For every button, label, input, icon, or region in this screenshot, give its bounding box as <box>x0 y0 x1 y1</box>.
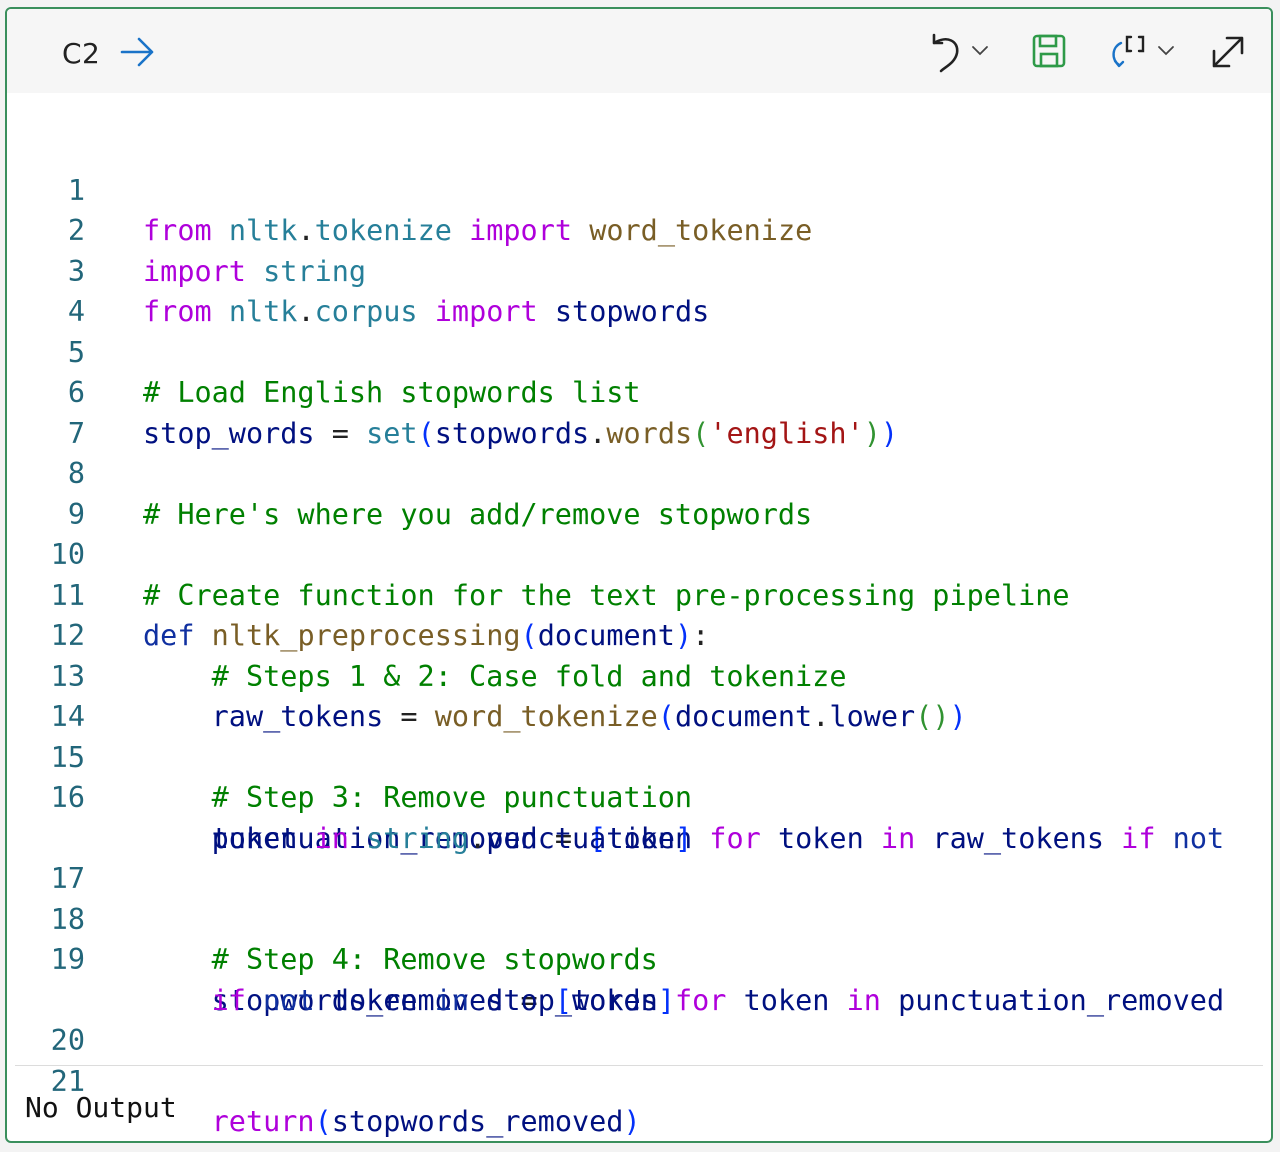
chevron-down-icon[interactable] <box>971 45 989 57</box>
format-brackets-icon[interactable] <box>1107 29 1157 75</box>
code-line: 8 # Here's where you add/remove stopword… <box>7 414 1271 531</box>
code-line: 11 def nltk_preprocessing(document): <box>7 535 1271 653</box>
chevron-down-icon[interactable] <box>1157 45 1175 57</box>
code-line: 21 return(stopwords_removed) <box>7 1021 1271 1139</box>
code-line: 4 <box>7 252 1271 328</box>
code-token: return <box>211 1105 315 1138</box>
code-lines: 1 from nltk.tokenize import word_tokeniz… <box>7 130 1271 1139</box>
code-line: 16 punctuation_removed = [token for toke… <box>7 738 1271 855</box>
undo-icon[interactable] <box>925 31 965 75</box>
code-line: 3 from nltk.corpus import stopwords <box>7 211 1271 329</box>
code-line: 12 # Steps 1 & 2: Case fold and tokenize <box>7 576 1271 693</box>
code-line: 18 # Step 4: Remove stopwords <box>7 859 1271 977</box>
cell-toolbar: C2 <box>7 9 1271 94</box>
code-line: 17 <box>7 819 1271 895</box>
code-line-wrap: if not token in stop_words] <box>7 940 1271 1017</box>
code-line: 9 <box>7 454 1271 531</box>
code-line-wrap: token in string.punctuation] <box>7 778 1271 855</box>
code-token: stopwords_removed <box>331 1105 624 1138</box>
code-line: 7 <box>7 373 1271 450</box>
output-divider <box>15 1065 1263 1066</box>
code-line: 20 <box>7 981 1271 1057</box>
run-arrow-icon[interactable] <box>119 35 157 69</box>
code-editor[interactable]: 1 from nltk.tokenize import word_tokeniz… <box>7 93 1271 1139</box>
code-line: 13 raw_tokens = word_tokenize(document.l… <box>7 616 1271 734</box>
code-line: 5 # Load English stopwords list <box>7 292 1271 410</box>
code-line: 10 # Create function for the text pre-pr… <box>7 495 1271 612</box>
notebook-cell[interactable]: C2 1 from nltk.tokenize import word_toke… <box>5 7 1273 1143</box>
code-line: 19 stopwords_removed = [token for token … <box>7 900 1271 1017</box>
save-icon[interactable] <box>1031 33 1067 69</box>
code-line: 14 <box>7 657 1271 733</box>
code-line: 2 import string <box>7 171 1271 288</box>
expand-icon[interactable] <box>1207 31 1249 73</box>
code-token: ) <box>623 1105 641 1138</box>
code-line: 6 stop_words = set(stopwords.words('engl… <box>7 333 1271 450</box>
code-line: 15 # Step 3: Remove punctuation <box>7 697 1271 815</box>
code-token: ( <box>314 1105 332 1138</box>
cell-output: No Output <box>25 1091 177 1124</box>
code-line: 1 from nltk.tokenize import word_tokeniz… <box>7 130 1271 248</box>
cell-id-label: C2 <box>62 37 101 70</box>
